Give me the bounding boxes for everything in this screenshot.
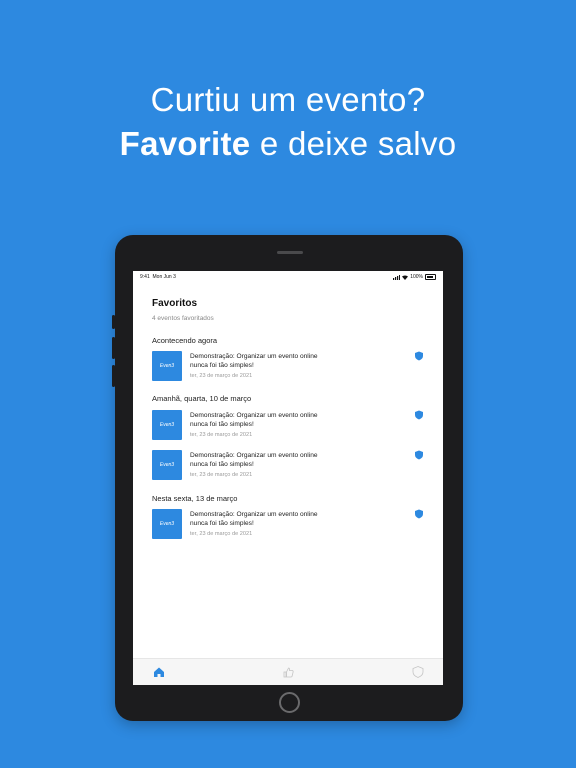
event-thumbnail[interactable]: Even3 xyxy=(152,450,182,480)
favorite-shield-icon[interactable] xyxy=(414,450,424,460)
speaker-grille xyxy=(277,251,303,254)
shield-icon[interactable] xyxy=(411,665,425,679)
event-card[interactable]: Even3 Demonstração: Organizar um evento … xyxy=(152,351,432,383)
event-title[interactable]: Demonstração: Organizar um evento online… xyxy=(190,451,330,469)
thumb-icon[interactable] xyxy=(281,665,295,679)
event-date: ter, 23 de março de 2021 xyxy=(190,472,253,478)
home-icon[interactable] xyxy=(152,665,166,679)
event-card[interactable]: Even3 Demonstração: Organizar um evento … xyxy=(152,450,432,482)
status-bar: 9:41 Mon Jun 3 100% xyxy=(133,271,443,283)
event-thumbnail[interactable]: Even3 xyxy=(152,410,182,440)
page-title: Favoritos xyxy=(152,298,198,309)
event-title[interactable]: Demonstração: Organizar um evento online… xyxy=(190,411,330,429)
event-thumbnail[interactable]: Even3 xyxy=(152,351,182,381)
event-title[interactable]: Demonstração: Organizar um evento online… xyxy=(190,352,330,370)
promo-headline: Curtiu um evento? Favorite e deixe salvo xyxy=(0,78,576,166)
tab-bar xyxy=(133,658,443,685)
event-thumbnail[interactable]: Even3 xyxy=(152,509,182,539)
volume-up-button xyxy=(112,337,115,359)
section-heading: Acontecendo agora xyxy=(152,336,218,345)
signal-icon xyxy=(393,274,401,280)
app-screen: 9:41 Mon Jun 3 100% Favoritos 4 eventos … xyxy=(133,271,443,685)
headline-bold-word: Favorite xyxy=(119,125,251,162)
status-time-date: 9:41 Mon Jun 3 xyxy=(140,274,176,280)
event-date: ter, 23 de março de 2021 xyxy=(190,531,253,537)
section-heading: Amanhã, quarta, 10 de março xyxy=(152,394,252,403)
mute-switch xyxy=(112,315,115,329)
event-title[interactable]: Demonstração: Organizar um evento online… xyxy=(190,510,330,528)
headline-rest: e deixe salvo xyxy=(250,125,457,162)
section-heading: Nesta sexta, 13 de março xyxy=(152,494,238,503)
event-date: ter, 23 de março de 2021 xyxy=(190,432,253,438)
event-card[interactable]: Even3 Demonstração: Organizar um evento … xyxy=(152,410,432,442)
favorite-shield-icon[interactable] xyxy=(414,351,424,361)
wifi-icon xyxy=(402,275,409,280)
favorite-shield-icon[interactable] xyxy=(414,509,424,519)
favorite-shield-icon[interactable] xyxy=(414,410,424,420)
event-date: ter, 23 de março de 2021 xyxy=(190,373,253,379)
battery-icon xyxy=(425,274,436,280)
headline-line-1: Curtiu um evento? xyxy=(150,81,426,118)
home-button xyxy=(279,692,300,713)
page-subtitle: 4 eventos favoritados xyxy=(152,315,214,322)
battery-percent: 100% xyxy=(410,274,423,280)
tablet-device: 9:41 Mon Jun 3 100% Favoritos 4 eventos … xyxy=(112,235,463,721)
headline-line-2: Favorite e deixe salvo xyxy=(0,122,576,166)
event-card[interactable]: Even3 Demonstração: Organizar um evento … xyxy=(152,509,432,541)
status-indicators: 100% xyxy=(393,271,436,283)
volume-down-button xyxy=(112,365,115,387)
